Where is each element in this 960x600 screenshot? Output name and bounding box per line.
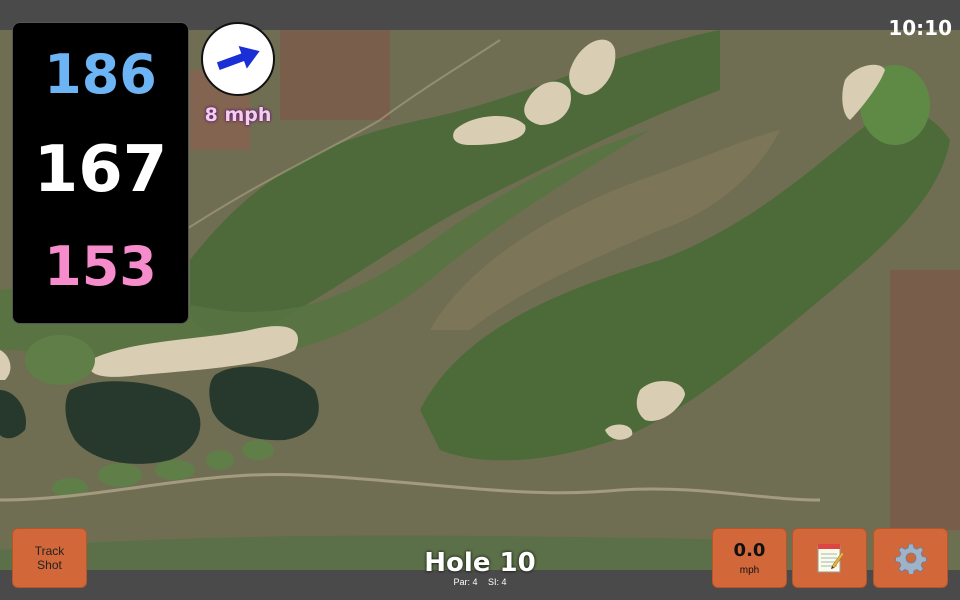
distance-panel: 186 167 153 <box>12 22 189 324</box>
distance-middle: 167 <box>33 133 168 207</box>
wind-direction-indicator <box>201 22 275 96</box>
track-shot-label-line1: Track <box>34 544 65 558</box>
speed-unit: mph <box>739 565 760 576</box>
track-shot-label-line2: Shot <box>37 558 62 572</box>
speed-button[interactable]: 0.0 mph <box>712 528 787 588</box>
clock: 10:10 <box>888 16 952 40</box>
notes-button[interactable] <box>792 528 867 588</box>
gear-icon <box>894 543 927 574</box>
track-shot-button[interactable]: Track Shot <box>12 528 87 588</box>
distance-front: 153 <box>44 235 157 298</box>
stroke-index-label: SI: 4 <box>488 577 507 587</box>
speed-value: 0.0 <box>733 540 766 561</box>
practice-green <box>25 335 95 385</box>
settings-button[interactable] <box>873 528 948 588</box>
wind-speed-label: 8 mph <box>204 104 272 126</box>
par-label: Par: 4 <box>453 577 478 587</box>
houses-area <box>280 30 390 120</box>
distance-back: 186 <box>44 43 157 106</box>
hole-title: Hole 10 <box>424 548 536 578</box>
hole-info: Par: 4 SI: 4 <box>380 577 580 587</box>
notepad-icon <box>817 544 844 573</box>
wind-arrow-icon <box>216 46 260 70</box>
houses-area-right <box>890 270 960 530</box>
